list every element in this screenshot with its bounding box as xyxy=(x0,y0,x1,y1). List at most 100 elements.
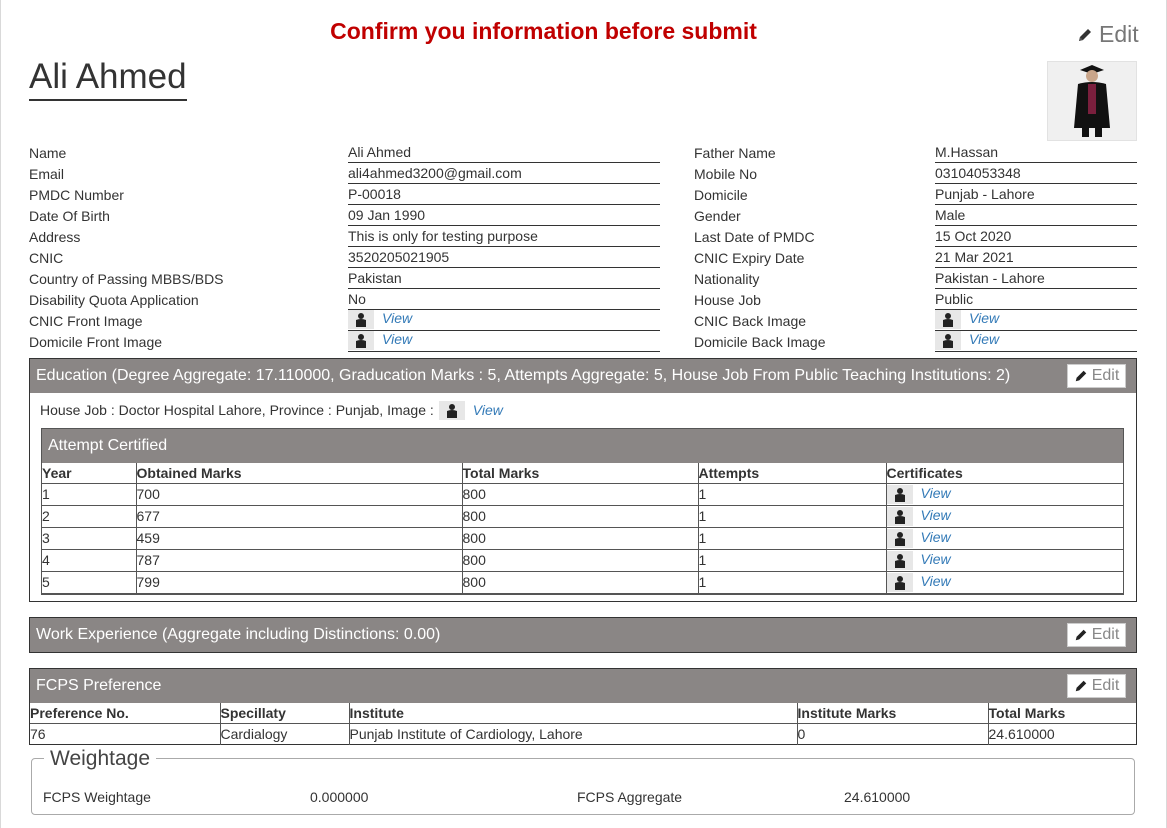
fcps-preference-panel: FCPS Preference Edit Preference No. Spec… xyxy=(29,668,1137,745)
fcps-edit-button[interactable]: Edit xyxy=(1067,674,1126,698)
applicant-name-heading: Ali Ahmed xyxy=(29,57,187,101)
table-row: 3 459 800 1 View xyxy=(42,527,1123,550)
table-cell: 800 xyxy=(461,527,698,550)
field-label: Email xyxy=(29,166,65,182)
table-cell: 700 xyxy=(135,483,462,506)
view-link[interactable]: View xyxy=(969,310,999,326)
view-link[interactable]: View xyxy=(921,551,951,567)
graduate-thumbnail-icon xyxy=(348,309,374,329)
house-job-view-link[interactable]: View xyxy=(473,402,503,418)
field-label: Country of Passing MBBS/BDS xyxy=(29,271,224,287)
field-label: Mobile No xyxy=(694,166,758,182)
field-label: Name xyxy=(29,145,67,161)
table-cell: 1 xyxy=(697,483,886,506)
cnic-front-image-cell: View xyxy=(348,309,660,331)
field-value: Punjab - Lahore xyxy=(935,185,1137,205)
graduate-thumbnail-icon xyxy=(886,528,913,548)
field-label: CNIC Front Image xyxy=(29,313,143,329)
field-value: Ali Ahmed xyxy=(348,143,660,163)
table-cell: 2 xyxy=(42,505,136,528)
column-header: Year xyxy=(42,463,136,484)
top-edit-label: Edit xyxy=(1099,21,1139,47)
graduate-thumbnail-icon xyxy=(348,330,374,350)
field-label: Gender xyxy=(694,208,741,224)
field-label: Domicile Back Image xyxy=(694,334,826,350)
edit-label: Edit xyxy=(1091,367,1120,384)
field-value: 15 Oct 2020 xyxy=(935,227,1137,247)
column-header: Total Marks xyxy=(461,463,698,484)
column-header: Institute Marks xyxy=(796,703,988,724)
house-job-text: House Job : Doctor Hospital Lahore, Prov… xyxy=(40,402,434,418)
field-label: CNIC xyxy=(29,250,64,266)
table-cell: 1 xyxy=(697,571,886,594)
field-value: M.Hassan xyxy=(935,143,1137,163)
attempt-certified-box: Attempt Certified Year Obtained Marks To… xyxy=(41,428,1124,595)
edit-label: Edit xyxy=(1091,626,1120,643)
attempts-table: Year Obtained Marks Total Marks Attempts… xyxy=(42,463,1123,594)
personal-info-left: Name Ali Ahmed Email ali4ahmed3200@gmail.c… xyxy=(29,142,660,352)
table-cell: 3 xyxy=(42,527,136,550)
table-cell: 1 xyxy=(697,505,886,528)
table-cell: 800 xyxy=(461,505,698,528)
view-link[interactable]: View xyxy=(921,573,951,589)
weightage-legend: Weightage xyxy=(44,747,157,771)
graduate-thumbnail-icon xyxy=(935,309,961,329)
table-cell: 76 xyxy=(30,726,46,743)
certificate-cell: View xyxy=(885,571,1123,594)
work-experience-panel: Work Experience (Aggregate including Dis… xyxy=(29,617,1137,653)
table-cell: 800 xyxy=(461,571,698,594)
fcps-preference-header: FCPS Preference Edit xyxy=(30,669,1136,703)
table-cell: Punjab Institute of Cardiology, Lahore xyxy=(348,723,797,745)
column-header: Attempts xyxy=(697,463,886,484)
field-value: Pakistan - Lahore xyxy=(935,269,1137,289)
table-cell: 0 xyxy=(796,723,988,745)
edit-label: Edit xyxy=(1091,677,1120,694)
house-job-line: House Job : Doctor Hospital Lahore, Prov… xyxy=(30,393,1136,421)
view-link[interactable]: View xyxy=(921,485,951,501)
pencil-icon xyxy=(1079,28,1091,41)
column-header: Total Marks xyxy=(987,703,1136,724)
field-value: Public xyxy=(935,290,1137,310)
fcps-weightage-value: 0.000000 xyxy=(310,789,369,805)
education-panel-header: Education (Degree Aggregate: 17.110000, … xyxy=(30,359,1136,393)
field-label: Father Name xyxy=(694,145,776,161)
field-label: Domicile Front Image xyxy=(29,334,163,350)
table-cell: 800 xyxy=(461,549,698,572)
work-experience-edit-button[interactable]: Edit xyxy=(1067,623,1126,647)
field-label: Disability Quota Application xyxy=(29,292,199,308)
cnic-back-image-cell: View xyxy=(935,309,1137,331)
view-link[interactable]: View xyxy=(969,331,999,347)
view-link[interactable]: View xyxy=(382,310,412,326)
certificate-cell: View xyxy=(885,549,1123,572)
table-cell: 5 xyxy=(42,571,136,594)
domicile-back-image-cell: View xyxy=(935,330,1137,352)
table-cell: 24.610000 xyxy=(987,723,1136,745)
education-edit-button[interactable]: Edit xyxy=(1067,364,1126,388)
work-experience-title: Work Experience (Aggregate including Dis… xyxy=(36,626,441,643)
table-cell: Cardialogy xyxy=(219,723,349,745)
table-row: 5 799 800 1 View xyxy=(42,571,1123,594)
view-link[interactable]: View xyxy=(921,529,951,545)
table-header-row: Preference No. Specillaty Institute Inst… xyxy=(30,703,1136,724)
table-cell: 800 xyxy=(461,483,698,506)
table-row: 76 Cardialogy Punjab Institute of Cardio… xyxy=(30,723,1136,745)
field-label: CNIC Expiry Date xyxy=(694,250,805,266)
pencil-icon xyxy=(1075,370,1086,382)
fcps-aggregate-label: FCPS Aggregate xyxy=(577,789,683,805)
education-title: Education (Degree Aggregate: 17.110000, … xyxy=(36,367,1011,384)
field-value: ali4ahmed3200@gmail.com xyxy=(348,164,660,184)
field-value: Male xyxy=(935,206,1137,226)
field-value: 09 Jan 1990 xyxy=(348,206,660,226)
personal-info-right: Father Name M.Hassan Mobile No 03104053348… xyxy=(694,142,1137,352)
view-link[interactable]: View xyxy=(382,331,412,347)
domicile-front-image-cell: View xyxy=(348,330,660,352)
pencil-icon xyxy=(1075,680,1086,692)
table-header-row: Year Obtained Marks Total Marks Attempts… xyxy=(42,463,1123,484)
field-value: P-00018 xyxy=(348,185,660,205)
top-edit-button[interactable]: Edit xyxy=(1077,21,1139,48)
pencil-icon xyxy=(1075,629,1086,641)
column-header: Obtained Marks xyxy=(135,463,462,484)
certificate-cell: View xyxy=(885,505,1123,528)
view-link[interactable]: View xyxy=(921,507,951,523)
graduate-thumbnail-icon xyxy=(886,550,913,570)
